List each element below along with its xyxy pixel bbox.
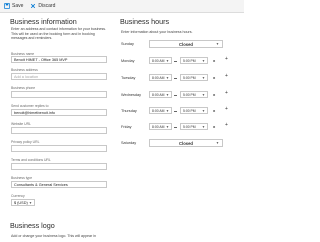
thursday-end-select[interactable]: 5:00 PM ▼ xyxy=(180,107,208,114)
friday-remove-button[interactable]: x xyxy=(213,124,215,129)
chevron-down-icon: ▼ xyxy=(165,124,169,129)
saturday-status-select[interactable]: Closed ▼ xyxy=(149,139,223,147)
discard-label: Discard xyxy=(38,3,56,9)
business-address-input[interactable]: Add a location xyxy=(11,73,107,80)
time-separator xyxy=(174,78,177,79)
chevron-down-icon: ▼ xyxy=(165,58,169,63)
command-bar: Save Discard xyxy=(0,0,244,13)
monday-start-select[interactable]: 8:00 AM ▼ xyxy=(149,57,172,64)
currency-select[interactable]: $ (USD) ▼ xyxy=(11,199,35,206)
tuesday-start-select[interactable]: 8:00 AM ▼ xyxy=(149,74,172,81)
monday-end-value: 5:00 PM xyxy=(183,58,196,63)
chevron-down-icon: ▼ xyxy=(215,42,219,46)
currency-value: $ (USD) xyxy=(14,200,28,205)
business-address-label: Business address xyxy=(11,68,38,72)
tuesday-end-select[interactable]: 5:00 PM ▼ xyxy=(180,74,208,81)
save-label: Save xyxy=(12,3,24,9)
business-logo-title: Business logo xyxy=(10,221,55,230)
chevron-down-icon: ▼ xyxy=(201,108,205,113)
thursday-remove-button[interactable]: x xyxy=(213,108,215,113)
saturday-closed-label: Closed xyxy=(179,140,193,146)
chevron-down-icon: ▼ xyxy=(201,124,205,129)
day-label-friday: Friday xyxy=(121,125,132,129)
wednesday-start-select[interactable]: 8:00 AM ▼ xyxy=(149,91,172,98)
time-separator xyxy=(174,111,177,112)
friday-add-button[interactable]: + xyxy=(225,122,228,128)
terms-url-label: Terms and conditions URL xyxy=(11,158,51,162)
discard-button[interactable]: Discard xyxy=(30,3,55,9)
day-label-sunday: Sunday xyxy=(121,42,134,46)
business-hours-description: Enter information about your business ho… xyxy=(121,30,193,34)
thursday-add-button[interactable]: + xyxy=(225,106,228,112)
thursday-end-value: 5:00 PM xyxy=(183,108,196,113)
day-label-saturday: Saturday xyxy=(121,141,137,145)
chevron-down-icon: ▼ xyxy=(215,141,219,145)
day-label-thursday: Thursday xyxy=(121,109,137,113)
privacy-url-label: Privacy policy URL xyxy=(11,140,40,144)
save-button[interactable]: Save xyxy=(4,3,23,9)
day-label-monday: Monday xyxy=(121,59,135,63)
time-separator xyxy=(174,61,177,62)
friday-start-select[interactable]: 8:00 AM ▼ xyxy=(149,123,172,130)
time-separator xyxy=(174,95,177,96)
chevron-down-icon: ▼ xyxy=(165,108,169,113)
wednesday-end-value: 5:00 PM xyxy=(183,92,196,97)
thursday-start-value: 8:00 AM xyxy=(152,108,165,113)
business-phone-input[interactable] xyxy=(11,91,107,98)
business-hours-title: Business hours xyxy=(120,17,170,26)
chevron-down-icon: ▼ xyxy=(201,58,205,63)
business-info-title: Business information xyxy=(10,17,77,26)
chevron-down-icon: ▼ xyxy=(165,92,169,97)
sunday-closed-label: Closed xyxy=(179,41,193,47)
wednesday-end-select[interactable]: 5:00 PM ▼ xyxy=(180,91,208,98)
monday-remove-button[interactable]: x xyxy=(213,58,215,63)
time-separator xyxy=(174,127,177,128)
privacy-url-input[interactable] xyxy=(11,145,107,152)
sunday-status-select[interactable]: Closed ▼ xyxy=(149,40,223,48)
save-icon xyxy=(4,3,10,9)
chevron-down-icon: ▼ xyxy=(28,200,32,205)
chevron-down-icon: ▼ xyxy=(201,75,205,80)
chevron-down-icon: ▼ xyxy=(165,75,169,80)
wednesday-remove-button[interactable]: x xyxy=(213,92,215,97)
day-label-tuesday: Tuesday xyxy=(121,76,136,80)
monday-add-button[interactable]: + xyxy=(225,56,228,62)
monday-end-select[interactable]: 5:00 PM ▼ xyxy=(180,57,208,64)
tuesday-remove-button[interactable]: x xyxy=(213,75,215,80)
friday-end-value: 5:00 PM xyxy=(183,124,196,129)
website-url-input[interactable] xyxy=(11,127,107,134)
business-name-input[interactable]: Benoit HIMET - Office 365 MVP xyxy=(11,56,107,63)
wednesday-add-button[interactable]: + xyxy=(225,90,228,96)
reply-email-input[interactable]: benoit@himetbenoit.info xyxy=(11,109,107,116)
business-type-input[interactable]: Consultants & General Services xyxy=(11,181,107,188)
friday-end-select[interactable]: 5:00 PM ▼ xyxy=(180,123,208,130)
wednesday-start-value: 8:00 AM xyxy=(152,92,165,97)
business-type-label: Business type xyxy=(11,176,33,180)
website-url-label: Website URL xyxy=(11,122,31,126)
tuesday-add-button[interactable]: + xyxy=(225,73,228,79)
business-info-description: Enter an address and contact information… xyxy=(11,27,107,41)
friday-start-value: 8:00 AM xyxy=(152,124,165,129)
monday-start-value: 8:00 AM xyxy=(152,58,165,63)
currency-label: Currency xyxy=(11,194,25,198)
discard-icon xyxy=(31,3,36,9)
business-logo-description: Add or change your business logo. This w… xyxy=(11,234,97,238)
terms-url-input[interactable] xyxy=(11,163,107,170)
chevron-down-icon: ▼ xyxy=(201,92,205,97)
day-label-wednesday: Wednesday xyxy=(121,93,141,97)
reply-email-label: Send customer replies to xyxy=(11,104,49,108)
thursday-start-select[interactable]: 8:00 AM ▼ xyxy=(149,107,172,114)
tuesday-end-value: 5:00 PM xyxy=(183,75,196,80)
tuesday-start-value: 8:00 AM xyxy=(152,75,165,80)
business-phone-label: Business phone xyxy=(11,86,36,90)
